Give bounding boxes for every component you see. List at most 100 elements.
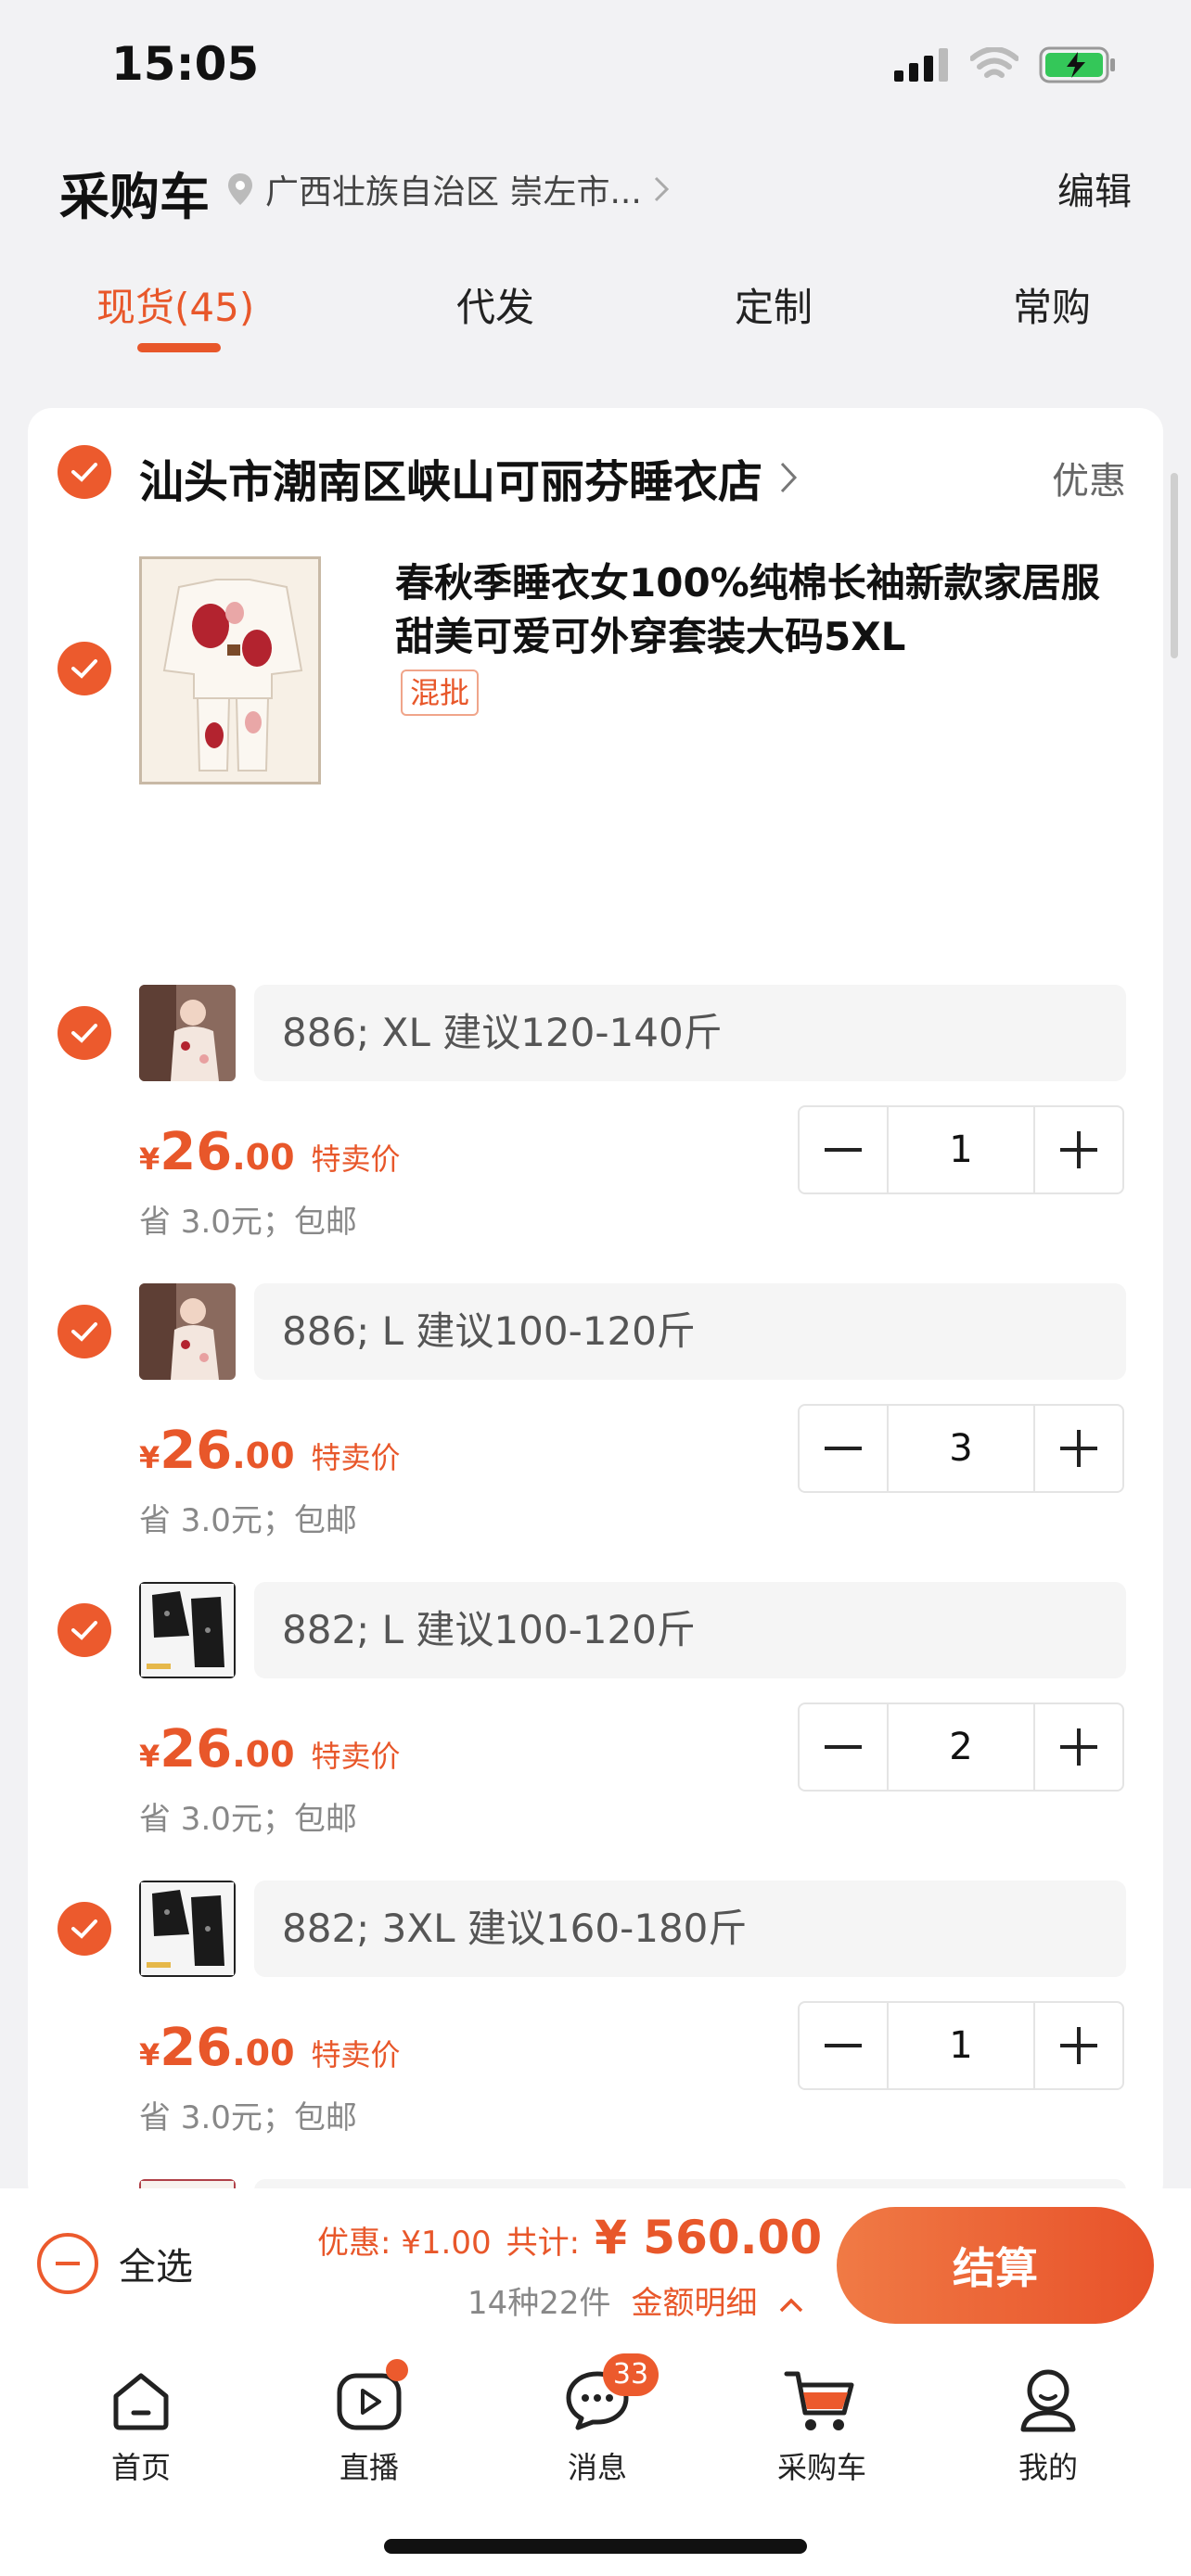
location-text: 广西壮族自治区 崇左市... [265,173,642,211]
increase-button[interactable] [1035,1107,1122,1192]
shop-card: 汕头市潮南区峡山可丽芬睡衣店 优惠 春秋季睡衣女100%纯棉长袖新款家居服甜美可… [28,408,1163,2207]
mixed-batch-tag: 混批 [401,670,480,716]
tab-messages-label: 消息 [567,2450,627,2485]
product-checkbox[interactable] [58,642,111,695]
price-integer: 26 [160,1122,233,1182]
price-currency: ¥ [139,1739,160,1774]
checkout-bar: 全选 优惠: ¥1.00 共计: ¥ 560.00 14种22件 金额明细 结算 [0,2188,1191,2327]
tab-cart-label: 采购车 [776,2450,866,2485]
variant-price: ¥26.00 特卖价 [139,2018,401,2078]
variant-image[interactable] [139,1283,236,1380]
increase-button[interactable] [1035,2003,1122,2088]
increase-button[interactable] [1035,1704,1122,1790]
quantity-stepper: 1 [798,2001,1124,2090]
decrease-button[interactable] [800,2003,887,2088]
live-notification-dot [386,2359,408,2381]
quantity-stepper: 1 [798,1105,1124,1194]
price-currency: ¥ [139,1141,160,1177]
signal-icon [894,48,948,82]
tab-in-stock[interactable]: 现货(45) [96,276,254,333]
plus-icon [1060,1728,1097,1766]
variant-row: 886; L 建议100-120斤 ¥26.00 特卖价省 3.0元；包邮 3 [28,1283,1163,1580]
variant-checkbox[interactable] [58,1603,111,1657]
price-label: 特卖价 [311,1440,401,1475]
battery-icon [1039,46,1115,83]
shop-promo-button[interactable]: 优惠 [1052,451,1126,504]
variant-image[interactable] [139,985,236,1081]
savings-shipping: 省 3.0元；包邮 [139,1204,357,1241]
savings-shipping: 省 3.0元；包邮 [139,1801,357,1838]
price-label: 特卖价 [311,1141,401,1177]
wifi-icon [970,47,1018,78]
variant-image[interactable] [139,1582,236,1678]
tab-profile[interactable]: 我的 [974,2363,1122,2487]
variant-spec-selector[interactable]: 886; L 建议100-120斤 [254,1283,1126,1380]
page-title: 采购车 [59,168,210,226]
shop-link[interactable]: 汕头市潮南区峡山可丽芬睡衣店 [139,445,798,510]
total-label: 共计: [506,2225,581,2262]
status-bar: 15:05 [0,0,1191,139]
increase-button[interactable] [1035,1406,1122,1491]
variant-checkbox[interactable] [58,1006,111,1060]
location-selector[interactable]: 广西壮族自治区 崇左市... [226,165,670,213]
tab-custom[interactable]: 定制 [735,276,813,333]
quantity-input[interactable]: 1 [887,2003,1035,2088]
plus-icon [1060,1430,1097,1467]
product-title[interactable]: 春秋季睡衣女100%纯棉长袖新款家居服甜美可爱可外穿套装大码5XL [395,556,1137,664]
tab-profile-label: 我的 [1018,2450,1078,2485]
price-decimal: .00 [232,1435,295,1476]
select-all-label: 全选 [119,2246,193,2289]
decrease-button[interactable] [800,1107,887,1192]
tab-cart[interactable]: 采购车 [748,2363,896,2487]
checkmark-icon [71,1024,97,1043]
price-decimal: .00 [232,1137,295,1178]
variant-spec-selector[interactable]: 886; XL 建议120-140斤 [254,985,1126,1081]
edit-button[interactable]: 编辑 [1057,161,1132,215]
chevron-right-icon [654,176,669,202]
tab-dropship[interactable]: 代发 [456,276,534,333]
select-all-toggle-icon[interactable] [37,2233,98,2294]
tab-messages[interactable]: 33 消息 [523,2353,672,2487]
scrollbar[interactable] [1171,473,1178,658]
tab-home-label: 首页 [110,2450,171,2485]
decrease-button[interactable] [800,1704,887,1790]
checkmark-icon [71,463,97,482]
minus-icon [825,1447,862,1450]
home-icon [113,2373,169,2430]
decrease-button[interactable] [800,1406,887,1491]
checkmark-icon [71,659,97,679]
quantity-input[interactable]: 3 [887,1406,1035,1491]
minus-icon [825,1148,862,1152]
product-image[interactable] [139,556,321,784]
variant-image[interactable] [139,1881,236,1977]
tab-live-label: 直播 [339,2450,399,2485]
price-currency: ¥ [139,2037,160,2072]
shop-checkbox[interactable] [58,445,111,499]
checkout-button[interactable]: 结算 [837,2207,1154,2324]
select-all[interactable]: 全选 [37,2233,193,2294]
quantity-input[interactable]: 1 [887,1107,1035,1192]
tab-live[interactable]: 直播 [295,2359,443,2487]
variant-price: ¥26.00 特卖价 [139,1719,401,1779]
tab-home[interactable]: 首页 [67,2363,215,2487]
plus-icon [1060,1131,1097,1168]
order-summary: 优惠: ¥1.00 共计: ¥ 560.00 [317,2211,822,2264]
quantity-stepper: 2 [798,1702,1124,1792]
variant-checkbox[interactable] [58,1902,111,1956]
category-tabs: 现货(45) 代发 定制 常购 [0,269,1191,362]
amount-detail-button[interactable]: 金额明细 [632,2277,805,2323]
price-currency: ¥ [139,1440,160,1475]
savings-shipping: 省 3.0元；包邮 [139,1502,357,1539]
variant-checkbox[interactable] [58,1305,111,1358]
price-decimal: .00 [232,2033,295,2073]
variant-row: 882; 3XL 建议160-180斤 ¥26.00 特卖价省 3.0元；包邮 1 [28,1881,1163,2177]
checkmark-icon [71,1621,97,1640]
tab-frequent[interactable]: 常购 [1013,276,1091,333]
variant-spec-selector[interactable]: 882; L 建议100-120斤 [254,1582,1126,1678]
variant-price: ¥26.00 特卖价 [139,1421,401,1481]
location-pin-icon [228,173,252,205]
quantity-input[interactable]: 2 [887,1704,1035,1790]
variant-spec-selector[interactable]: 882; 3XL 建议160-180斤 [254,1881,1126,1977]
messages-badge: 33 [603,2353,659,2396]
price-integer: 26 [160,1421,233,1481]
